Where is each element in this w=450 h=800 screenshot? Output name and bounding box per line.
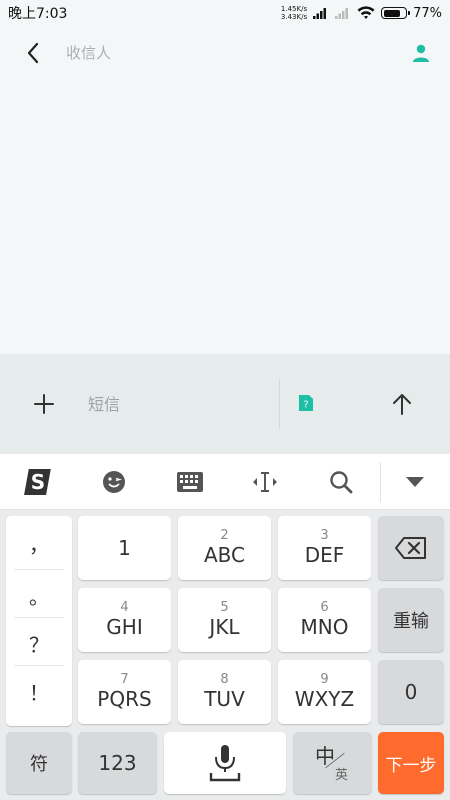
battery-fill	[383, 9, 400, 17]
punct-separator	[14, 665, 64, 666]
sogou-logo-icon: S	[24, 469, 51, 495]
punct-separator	[14, 617, 64, 618]
key-label: WXYZ	[294, 687, 355, 711]
punct-key[interactable]: ，	[6, 520, 72, 566]
compose-divider	[279, 379, 280, 429]
key-6[interactable]: 6 MNO	[278, 588, 371, 652]
key-8[interactable]: 8 TUV	[178, 660, 271, 724]
sogou-button[interactable]: S	[19, 462, 59, 502]
key-label: GHI	[106, 615, 143, 639]
key-number: 2	[220, 528, 229, 543]
key-label: 1	[118, 536, 131, 560]
key-number: 5	[220, 600, 229, 615]
keyboard-toolbar: S	[0, 454, 450, 510]
key-label: JKL	[209, 615, 240, 639]
toolbar-divider	[380, 462, 381, 502]
key-7[interactable]: 7 PQRS	[78, 660, 171, 724]
numbers-key[interactable]: 123	[78, 732, 157, 794]
battery-percent: 77%	[413, 5, 442, 21]
key-5[interactable]: 5 JKL	[178, 588, 271, 652]
compose-header	[0, 26, 450, 80]
key-2[interactable]: 2 ABC	[178, 516, 271, 580]
key-label: 下一步	[385, 755, 437, 776]
space-voice-key[interactable]	[164, 732, 286, 794]
key-label: DEF	[304, 543, 345, 567]
status-time: 晚上7:03	[8, 6, 68, 22]
status-bar: 晚上7:03 1.45K/s 3.43K/s 77%	[0, 0, 450, 26]
compose-bar: ?	[0, 354, 450, 454]
punct-key[interactable]: 。	[6, 572, 72, 618]
key-label: 123	[98, 751, 137, 775]
send-button[interactable]	[382, 384, 422, 424]
key-label: ABC	[203, 543, 245, 567]
punct-separator	[14, 569, 64, 570]
key-number: 4	[120, 600, 129, 615]
key-9[interactable]: 9 WXYZ	[278, 660, 371, 724]
cursor-icon	[253, 472, 277, 492]
emoji-button[interactable]	[94, 462, 134, 502]
key-number: 9	[320, 672, 329, 687]
key-1[interactable]: 1	[78, 516, 171, 580]
key-number: 7	[120, 672, 129, 687]
key-label: MNO	[300, 615, 349, 639]
keyboard: ， 。 ？ ！ 1 2 ABC 3 DEF 4 GHI 5 JKL 6 MNO …	[0, 510, 450, 800]
contact-picker-button[interactable]	[406, 38, 436, 68]
chinese-label: 中	[315, 744, 335, 768]
key-number: 6	[320, 600, 329, 615]
wifi-icon	[357, 6, 375, 19]
symbols-key[interactable]: 符	[6, 732, 72, 794]
key-label: 0	[404, 680, 418, 704]
backspace-key[interactable]	[378, 516, 444, 580]
keyboard-layout-button[interactable]	[170, 462, 210, 502]
key-number: 8	[220, 672, 229, 687]
retype-key[interactable]: 重输	[378, 588, 444, 652]
key-label: 符	[30, 754, 48, 775]
key-number: 3	[320, 528, 329, 543]
search-button[interactable]	[321, 462, 361, 502]
arrow-up-icon	[393, 394, 411, 415]
key-label: TUV	[204, 687, 245, 711]
keyboard-icon	[177, 472, 203, 492]
backspace-icon	[395, 537, 426, 559]
key-4[interactable]: 4 GHI	[78, 588, 171, 652]
microphone-icon	[209, 745, 241, 782]
key-label: PQRS	[97, 687, 152, 711]
svg-text:S: S	[31, 470, 45, 494]
punct-key[interactable]: ？	[6, 620, 72, 666]
language-toggle-key[interactable]: 中 英	[293, 732, 372, 794]
key-label: 重输	[393, 611, 429, 632]
message-input[interactable]	[88, 394, 268, 414]
sim-select-button[interactable]: ?	[298, 394, 316, 412]
search-icon	[330, 471, 353, 494]
plus-icon	[34, 394, 54, 414]
punct-key[interactable]: ！	[6, 668, 72, 714]
english-label: 英	[335, 768, 349, 783]
battery-icon	[381, 7, 411, 19]
key-0[interactable]: 0	[378, 660, 444, 724]
signal-empty-icon	[335, 8, 349, 19]
network-speed: 1.45K/s 3.43K/s	[281, 5, 307, 21]
back-button[interactable]	[6, 26, 60, 80]
download-speed: 3.43K/s	[280, 13, 308, 21]
sim-card-icon: ?	[299, 395, 313, 411]
signal-icon	[313, 8, 327, 19]
collapse-keyboard-button[interactable]	[395, 462, 435, 502]
collapse-keyboard-icon	[406, 477, 424, 487]
emoji-icon	[103, 471, 125, 493]
attach-button[interactable]	[14, 374, 74, 434]
status-icons: 1.45K/s 3.43K/s 77%	[281, 5, 442, 21]
person-icon	[413, 44, 429, 62]
chevron-left-icon	[27, 42, 39, 64]
cursor-button[interactable]	[245, 462, 285, 502]
next-step-key[interactable]: 下一步	[378, 732, 444, 794]
svg-text:?: ?	[303, 400, 308, 411]
recipient-input[interactable]	[66, 38, 366, 68]
punctuation-column: ， 。 ？ ！	[6, 516, 72, 726]
key-3[interactable]: 3 DEF	[278, 516, 371, 580]
upload-speed: 1.45K/s	[280, 5, 308, 13]
